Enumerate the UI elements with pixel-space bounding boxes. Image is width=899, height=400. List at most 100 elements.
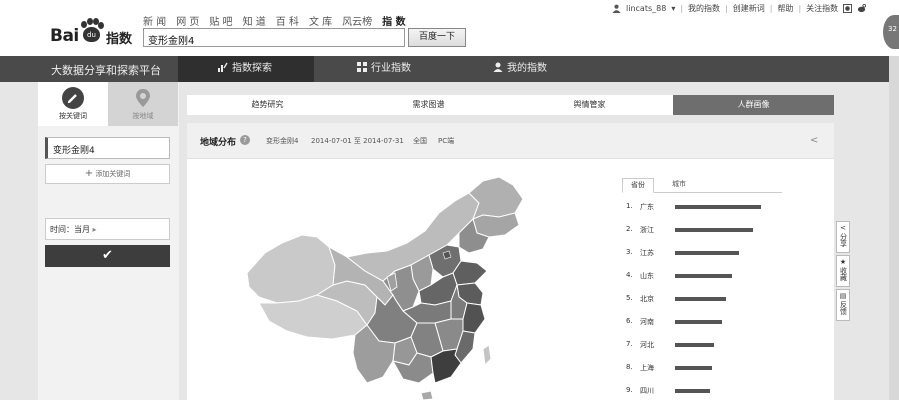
- main-nav: 大数据分享和探索平台 指数探索 行业指数 我的指数: [0, 56, 889, 82]
- user-icon: [612, 4, 621, 13]
- bar-chart-icon: [218, 62, 228, 72]
- weibo-icon[interactable]: [857, 4, 867, 13]
- card-header: 地域分布 ? 变形金刚4 2014-07-01 至 2014-07-31 全国 …: [187, 123, 834, 159]
- analysis-tabs: 趋势研究 需求图谱 舆情管家 人群画像: [187, 95, 834, 115]
- rank-province: 四川: [640, 387, 654, 395]
- time-selector[interactable]: 时间：当月 ▸: [45, 218, 170, 240]
- nav-item-explore[interactable]: 指数探索: [178, 56, 314, 82]
- ranking-row: 4. 山东: [622, 271, 782, 285]
- keyword-field[interactable]: 变形金刚4: [45, 137, 170, 159]
- card-date-range: 2014-07-01 至 2014-07-31: [311, 137, 404, 145]
- caret-down-icon[interactable]: ▾: [671, 4, 675, 13]
- topnav-item[interactable]: 指 数: [382, 13, 405, 28]
- tab-label: 按地域: [132, 112, 154, 120]
- top-nav: 新 闻网 页贴 吧知 道百 科文 库风云榜指 数: [143, 13, 406, 28]
- rank-number: 5.: [626, 294, 633, 302]
- region-taiwan: [482, 344, 492, 367]
- tab-by-keyword[interactable]: 按关键词: [38, 82, 108, 126]
- tab-sentiment[interactable]: 舆情管家: [509, 95, 670, 115]
- add-keyword-button[interactable]: + 添加关键词: [45, 164, 170, 184]
- feedback-tool[interactable]: ▤ 反馈: [836, 289, 850, 321]
- rank-number: 9.: [626, 386, 633, 394]
- rank-number: 7.: [626, 340, 633, 348]
- paw-icon: du: [79, 18, 104, 44]
- tab-province[interactable]: 省份: [622, 178, 654, 193]
- share-icon[interactable]: <: [810, 135, 818, 146]
- time-label: 时间：当月: [50, 225, 90, 234]
- ranking-row: 6. 河南: [622, 317, 782, 331]
- side-float-knob[interactable]: 32: [883, 15, 899, 49]
- tab-demand[interactable]: 需求图谱: [348, 95, 509, 115]
- card-title: 地域分布: [200, 138, 237, 148]
- logo-wordmark: Bai: [50, 26, 79, 46]
- topnav-item[interactable]: 风云榜: [342, 13, 372, 28]
- link-follow[interactable]: 关注指数: [806, 3, 838, 14]
- topnav-item[interactable]: 网 页: [176, 13, 199, 28]
- user-icon: [493, 62, 503, 72]
- tab-by-region[interactable]: 按地域: [108, 82, 178, 126]
- rank-number: 6.: [626, 317, 633, 325]
- topnav-item[interactable]: 新 闻: [143, 13, 166, 28]
- ranking-row: 8. 上海: [622, 363, 782, 377]
- favorite-label: 收藏: [839, 267, 848, 281]
- plus-icon: +: [84, 168, 94, 179]
- rank-number: 2.: [626, 225, 633, 233]
- link-help[interactable]: 帮助: [777, 3, 793, 14]
- wechat-icon[interactable]: [843, 4, 853, 13]
- rank-province: 河南: [640, 318, 654, 326]
- ranking-row: 2. 浙江: [622, 225, 782, 239]
- tab-trend[interactable]: 趋势研究: [187, 95, 348, 115]
- rank-number: 3.: [626, 248, 633, 256]
- check-icon: ✔: [102, 248, 113, 263]
- rank-bar: [675, 251, 739, 255]
- right-gutter: [889, 56, 899, 400]
- card-device: PC端: [438, 137, 455, 145]
- baidu-index-logo[interactable]: Bai du 指数: [50, 18, 140, 48]
- link-my-index[interactable]: 我的指数: [688, 3, 720, 14]
- topnav-item[interactable]: 知 道: [243, 13, 266, 28]
- feedback-label: 反馈: [839, 301, 848, 315]
- topnav-item[interactable]: 文 库: [309, 13, 332, 28]
- topnav-item[interactable]: 贴 吧: [209, 13, 232, 28]
- rank-province: 上海: [640, 364, 654, 372]
- share-tool[interactable]: < 分享: [836, 221, 850, 253]
- region-jilin: [472, 212, 520, 238]
- help-icon[interactable]: ?: [240, 135, 250, 145]
- ranking-row: 1. 广东: [622, 202, 782, 216]
- rank-bar: [675, 343, 714, 347]
- rank-number: 8.: [626, 363, 633, 371]
- nav-item-mine[interactable]: 我的指数: [493, 56, 547, 82]
- nav-item-industry[interactable]: 行业指数: [357, 56, 411, 82]
- nav-item-label: 我的指数: [507, 63, 547, 74]
- search-input[interactable]: 变形金刚4: [143, 28, 405, 47]
- ranking-tabs: 省份 城市: [622, 178, 782, 193]
- region-hainan: [420, 390, 434, 400]
- share-label: 分享: [839, 233, 848, 247]
- rank-province: 河北: [640, 341, 654, 349]
- tab-audience[interactable]: 人群画像: [673, 95, 834, 115]
- search-button[interactable]: 百度一下: [408, 28, 466, 47]
- rank-bar: [675, 366, 712, 370]
- side-tools: < 分享 ★ 收藏 ▤ 反馈: [836, 221, 851, 323]
- rank-bar: [675, 205, 761, 209]
- username-link[interactable]: lincats_88: [626, 4, 666, 13]
- rank-number: 4.: [626, 271, 633, 279]
- ranking-row: 5. 北京: [622, 294, 782, 308]
- caret-right-icon: ▸: [92, 225, 97, 234]
- tab-label: 按关键词: [59, 112, 87, 120]
- rank-province: 北京: [640, 295, 654, 303]
- tab-city[interactable]: 城市: [672, 179, 686, 189]
- link-create-word[interactable]: 创建新词: [733, 3, 765, 14]
- rank-province: 山东: [640, 272, 654, 280]
- confirm-button[interactable]: ✔: [45, 245, 170, 267]
- nav-item-label: 指数探索: [232, 63, 272, 74]
- logo-zhishu: 指数: [106, 32, 133, 47]
- rank-bar: [675, 228, 753, 232]
- region-zhejiang: [462, 302, 486, 334]
- rank-province: 江苏: [640, 249, 654, 257]
- topnav-item[interactable]: 百 科: [276, 13, 299, 28]
- favorite-tool[interactable]: ★ 收藏: [836, 255, 850, 287]
- share-icon: <: [840, 224, 846, 232]
- feedback-icon: ▤: [839, 292, 847, 300]
- star-icon: ★: [839, 258, 847, 266]
